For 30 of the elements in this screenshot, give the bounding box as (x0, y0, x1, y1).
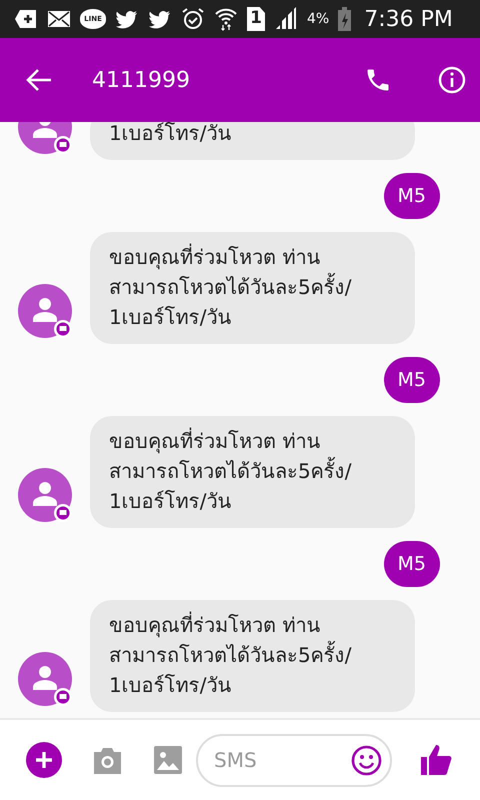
alarm-icon (181, 7, 205, 31)
info-button[interactable] (438, 66, 466, 94)
message-field[interactable]: SMS (196, 734, 392, 786)
battery-charging-icon (338, 7, 352, 31)
add-button[interactable] (26, 742, 62, 778)
bird-icon (115, 8, 139, 30)
bird-icon (148, 8, 172, 30)
contact-avatar (18, 284, 72, 338)
sim-card-icon: 1 (247, 7, 265, 31)
contact-avatar (18, 468, 72, 522)
message-bubble: M5 (384, 173, 440, 219)
battery-level: 4% (307, 10, 330, 28)
add-notification-icon (14, 8, 38, 30)
clock-time: 7:36 PM (364, 6, 453, 34)
gallery-button[interactable] (154, 746, 182, 774)
signal-icon (274, 7, 298, 31)
camera-button[interactable] (92, 746, 123, 774)
message-bubble: M5 (384, 541, 440, 587)
like-button[interactable] (420, 744, 452, 776)
wifi-icon (214, 6, 238, 32)
message-bubble: ขอบคุณที่ร่วมโหวต ท่าน สามารถโหวตได้วันละ5ครั้ง/ 1เบอร์โทร/วัน (90, 600, 415, 712)
message-bubble: 1เบอร์โทร/วัน (90, 122, 415, 160)
contact-avatar (18, 652, 72, 706)
conversation-title: 4111999 (92, 66, 191, 94)
message-bubble: ขอบคุณที่ร่วมโหวต ท่าน สามารถโหวตได้วันละ5ครั้ง/ 1เบอร์โทร/วัน (90, 416, 415, 528)
mail-icon (47, 10, 71, 28)
emoji-button[interactable] (351, 744, 382, 776)
back-button[interactable] (26, 68, 52, 92)
message-bubble: M5 (384, 357, 440, 403)
message-bubble: ขอบคุณที่ร่วมโหวต ท่าน สามารถโหวตได้วันละ5ครั้ง/ 1เบอร์โทร/วัน (90, 232, 415, 344)
